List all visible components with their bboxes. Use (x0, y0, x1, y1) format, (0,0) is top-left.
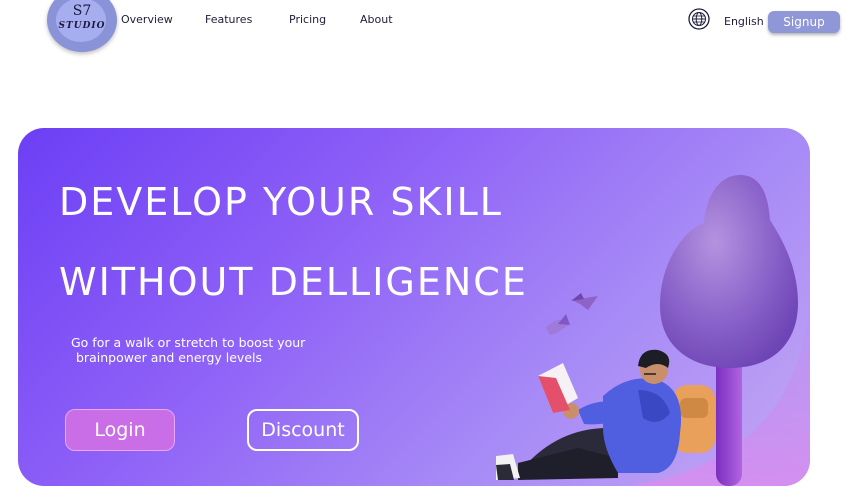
logo-text-bottom: STUDIO (58, 21, 106, 31)
nav-overview[interactable]: Overview (121, 13, 173, 26)
nav-pricing[interactable]: Pricing (289, 13, 326, 26)
globe-icon[interactable] (688, 8, 710, 30)
signup-button[interactable]: Signup (768, 11, 840, 33)
hero-banner: DEVELOP YOUR SKILL WITHOUT DELLIGENCE Go… (18, 128, 810, 486)
language-selector[interactable]: English (724, 15, 764, 28)
book-reading-person-illustration (496, 349, 715, 480)
nav-features[interactable]: Features (205, 13, 252, 26)
hero-illustration (496, 175, 810, 486)
bird-icon (546, 314, 570, 335)
logo-text-top: S7 (72, 3, 92, 19)
bird-icon (571, 293, 598, 310)
nav-about[interactable]: About (360, 13, 393, 26)
logo[interactable]: S7 STUDIO (47, 0, 117, 52)
